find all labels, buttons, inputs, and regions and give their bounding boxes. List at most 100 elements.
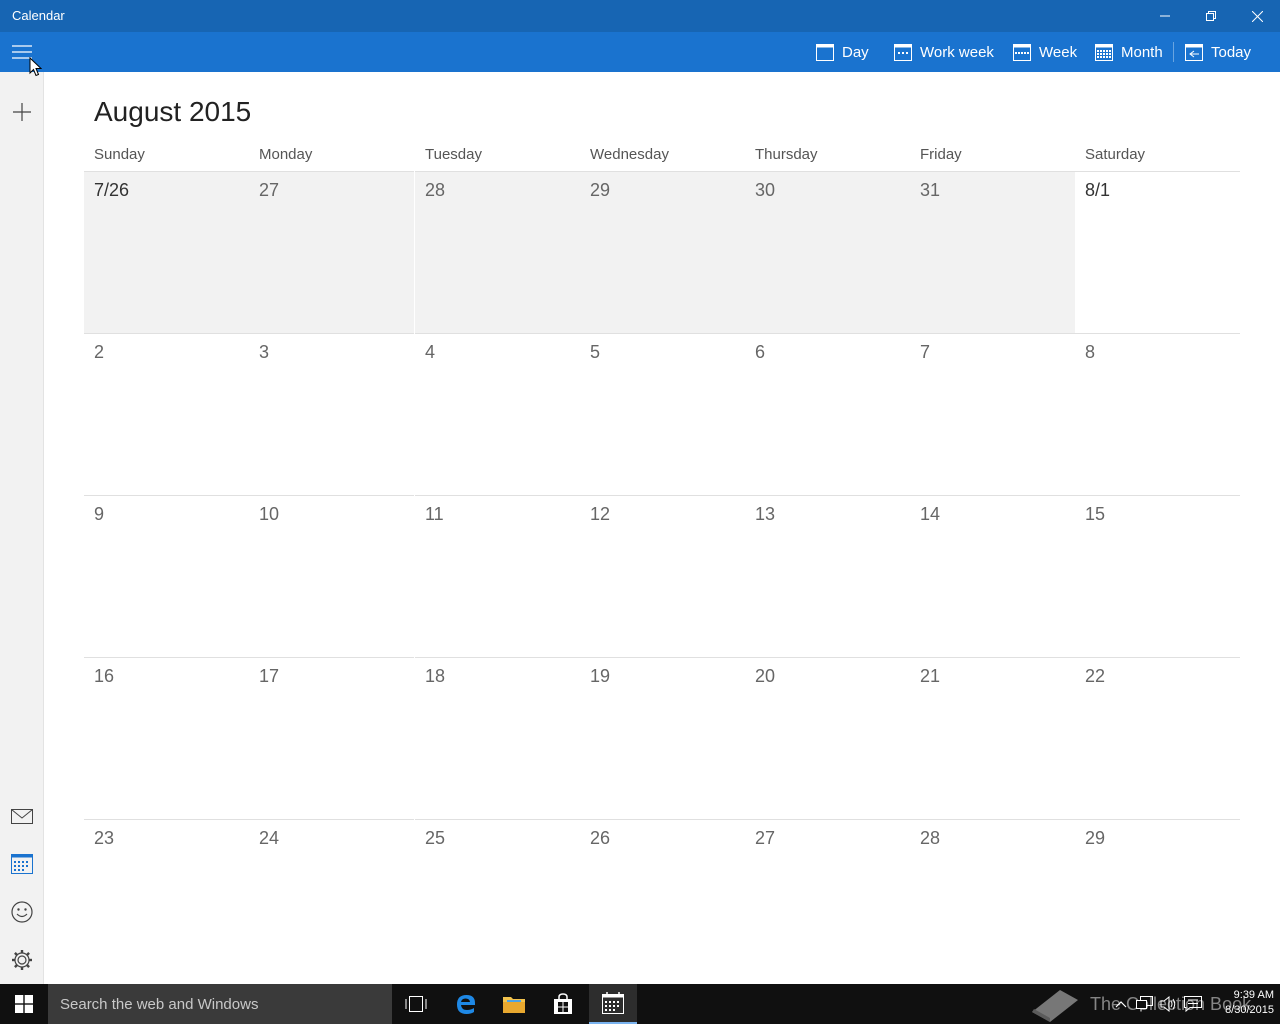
taskbar: Search the web and Windows The Collectio…: [0, 984, 1280, 1024]
day-number: 4: [425, 342, 436, 362]
edge-browser-button[interactable]: [442, 984, 490, 1024]
taskbar-clock[interactable]: 9:39 AM 8/30/2015: [1206, 988, 1274, 1018]
work-week-view-button[interactable]: Work week: [894, 32, 994, 72]
taskbar-search-box[interactable]: Search the web and Windows: [48, 984, 392, 1024]
task-view-button[interactable]: [392, 984, 440, 1024]
search-placeholder: Search the web and Windows: [60, 995, 259, 1013]
day-cell[interactable]: 24: [249, 819, 414, 981]
weekday-header-tuesday: Tuesday: [425, 146, 482, 163]
day-number: 25: [425, 828, 446, 848]
day-cell[interactable]: 15: [1075, 495, 1240, 657]
notification-icon: [1184, 996, 1202, 1012]
month-view-label: Month: [1121, 43, 1163, 61]
file-explorer-button[interactable]: [490, 984, 538, 1024]
clock-date: 8/30/2015: [1225, 1004, 1274, 1016]
gear-icon: [12, 950, 32, 970]
day-cell[interactable]: 10: [249, 495, 414, 657]
new-event-button[interactable]: [0, 90, 44, 134]
minimize-icon: [1160, 15, 1170, 17]
day-number: 29: [1085, 828, 1106, 848]
day-cell[interactable]: 26: [580, 819, 745, 981]
day-cell[interactable]: 11: [415, 495, 580, 657]
window-title: Calendar: [12, 8, 65, 23]
month-view-button[interactable]: Month: [1095, 32, 1163, 72]
day-cell[interactable]: 21: [910, 657, 1075, 819]
action-center-button[interactable]: [1182, 984, 1204, 1024]
day-cell[interactable]: 12: [580, 495, 745, 657]
day-number: 29: [590, 180, 611, 200]
day-number: 28: [425, 180, 446, 200]
day-cell[interactable]: 27: [249, 171, 414, 333]
day-cell[interactable]: 29: [1075, 819, 1240, 981]
day-cell[interactable]: 3: [249, 333, 414, 495]
week-view-label: Week: [1039, 43, 1078, 61]
day-view-button[interactable]: Day: [816, 32, 869, 72]
calendar-taskbar-icon: [602, 992, 624, 1014]
today-label: Today: [1211, 43, 1252, 61]
day-number: 7: [920, 342, 931, 362]
day-cell[interactable]: 19: [580, 657, 745, 819]
day-cell[interactable]: 29: [580, 171, 745, 333]
day-view-icon: [816, 43, 834, 61]
day-cell[interactable]: 27: [745, 819, 910, 981]
weekday-header-monday: Monday: [259, 146, 313, 163]
month-view-icon: [1095, 43, 1113, 61]
day-cell[interactable]: 4: [415, 333, 580, 495]
day-cell[interactable]: 25: [415, 819, 580, 981]
smiley-icon: [11, 901, 33, 923]
network-icon: [1136, 996, 1153, 1012]
today-button[interactable]: Today: [1185, 32, 1251, 72]
day-number: 17: [259, 666, 280, 686]
day-cell[interactable]: 20: [745, 657, 910, 819]
day-number: 5: [590, 342, 601, 362]
day-cell[interactable]: 28: [910, 819, 1075, 981]
day-cell[interactable]: 30: [745, 171, 910, 333]
day-cell[interactable]: 18: [415, 657, 580, 819]
restore-button[interactable]: [1188, 0, 1234, 32]
mail-icon: [11, 808, 33, 824]
day-cell[interactable]: 14: [910, 495, 1075, 657]
day-cell[interactable]: 9: [84, 495, 249, 657]
work-week-view-icon: [894, 43, 912, 61]
minimize-button[interactable]: [1142, 0, 1188, 32]
day-number: 8: [1085, 342, 1096, 362]
network-button[interactable]: [1134, 984, 1156, 1024]
day-cell[interactable]: 2: [84, 333, 249, 495]
day-cell[interactable]: 22: [1075, 657, 1240, 819]
day-cell[interactable]: 8/1: [1075, 171, 1240, 333]
day-cell[interactable]: 17: [249, 657, 414, 819]
day-number: 23: [94, 828, 115, 848]
month-grid: 7/26 27 28 29 30 31 8/1 2 3 4 5 6 7 8 9 10 11 12 13 14 15 16 1…: [84, 171, 1240, 981]
calendar-app-taskbar-button[interactable]: [589, 984, 637, 1024]
mail-button[interactable]: [0, 794, 44, 838]
day-cell[interactable]: 16: [84, 657, 249, 819]
day-cell[interactable]: 23: [84, 819, 249, 981]
volume-button[interactable]: [1158, 984, 1180, 1024]
month-title: August 2015: [94, 96, 252, 127]
settings-button[interactable]: [0, 938, 44, 982]
feedback-button[interactable]: [0, 890, 44, 934]
day-cell[interactable]: 13: [745, 495, 910, 657]
day-cell[interactable]: 6: [745, 333, 910, 495]
day-cell[interactable]: 31: [910, 171, 1075, 333]
plus-icon: [13, 103, 31, 121]
day-cell[interactable]: 5: [580, 333, 745, 495]
calendar-button[interactable]: [0, 842, 44, 886]
day-cell[interactable]: 7: [910, 333, 1075, 495]
restore-icon: [1206, 11, 1216, 21]
store-button[interactable]: [539, 984, 587, 1024]
week-view-button[interactable]: Week: [1013, 32, 1077, 72]
start-button[interactable]: [0, 984, 48, 1024]
show-hidden-icons-button[interactable]: [1110, 984, 1132, 1024]
day-number: 20: [755, 666, 776, 686]
day-cell[interactable]: 8: [1075, 333, 1240, 495]
day-cell[interactable]: 28: [415, 171, 580, 333]
left-rail: [0, 72, 44, 984]
close-icon: [1251, 10, 1263, 22]
folder-icon: [503, 997, 525, 1013]
weekday-header-saturday: Saturday: [1085, 146, 1146, 163]
command-bar: Day Work week Week Month Today: [0, 32, 1280, 72]
close-button[interactable]: [1234, 0, 1280, 32]
day-number: 13: [755, 504, 776, 524]
day-cell[interactable]: 7/26: [84, 171, 249, 333]
